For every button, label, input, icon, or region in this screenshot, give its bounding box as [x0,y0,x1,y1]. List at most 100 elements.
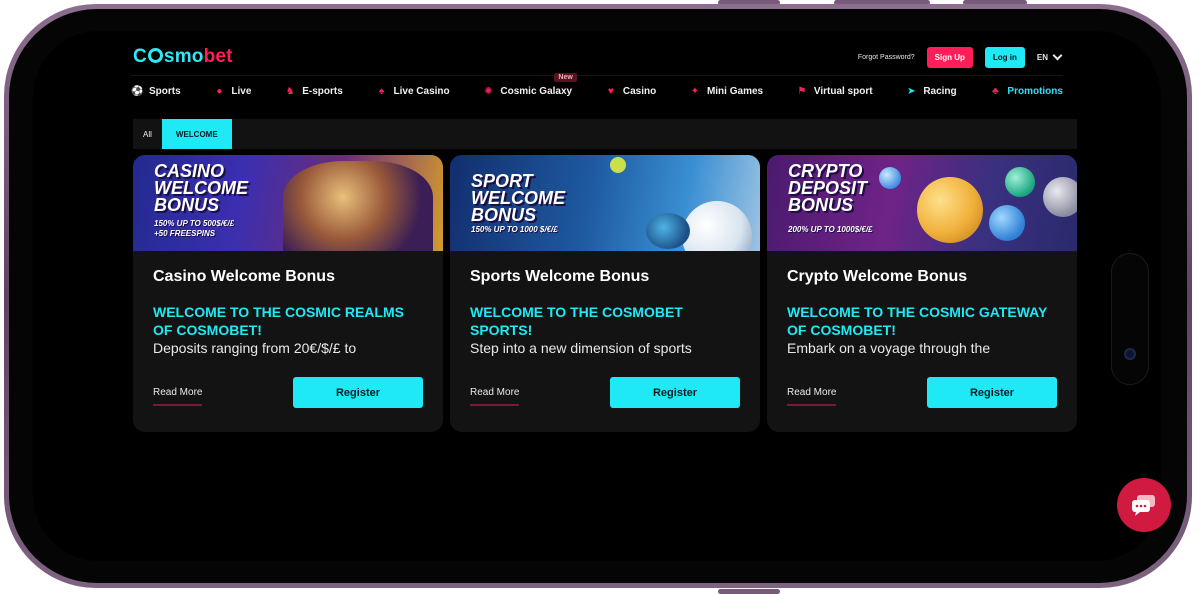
nav-label: Mini Games [706,86,764,97]
banner-subtitle: 200% UP TO 1000$/€/£ [788,225,873,235]
cosmobet-logo[interactable]: Csmobet [133,46,233,68]
screen: Csmobet Forgot Password? Sign Up Log in … [33,31,1161,561]
nav-item-mini-games[interactable]: ✦ Mini Games [689,86,763,98]
nav-item-casino[interactable]: ♥ Casino [605,86,656,98]
nav-label: Casino [622,86,657,97]
phone-button-bottom [718,589,780,594]
flag-icon: ⚑ [797,85,807,97]
banner-title: CRYPTO DEPOSIT BONUS [788,161,868,215]
camera-lens-icon [1124,348,1136,360]
card-description: Deposits ranging from 20€/$/£ to [153,340,357,356]
camera-island [1111,253,1149,385]
minigames-icon: ✦ [690,85,700,97]
account-actions: Forgot Password? Sign Up Log in EN [858,46,1063,68]
banner-subtitle: 150% UP TO 500$/€/£ +50 FREESPINS [154,219,234,239]
promo-cards: CASINO WELCOME BONUS 150% UP TO 500$/€/£… [133,155,1077,432]
card-kicker: WELCOME TO THE COSMIC GATEWAY OF COSMOBE… [787,304,1048,338]
banner-subtitle-line-1: 150% UP TO 500$/€/£ [154,219,235,228]
register-button[interactable]: Register [927,377,1057,408]
card-actions: Read More Register [153,377,423,408]
nav-label: E-sports [302,86,343,97]
helmet-artwork [646,213,690,249]
card-body: Crypto Welcome Bonus WELCOME TO THE COSM… [767,251,1077,357]
card-kicker: WELCOME TO THE COSMIC REALMS OF COSMOBET… [153,304,404,338]
filter-all[interactable]: All [133,119,162,149]
soccer-ball-artwork [682,201,752,251]
soccer-ball-icon: ⚽ [131,85,144,97]
banner-title: SPORT WELCOME BONUS [471,171,565,225]
crypto-banner: CRYPTO DEPOSIT BONUS 200% UP TO 1000$/€/… [767,155,1077,251]
banner-subtitle-line-1: 150% UP TO 1000 $/€/£ [471,225,558,234]
card-actions: Read More Register [470,377,740,408]
tether-coin-icon [1005,167,1035,197]
nav-item-racing[interactable]: ➤ Racing [905,85,957,98]
read-more-link[interactable]: Read More [153,387,203,406]
promo-card-crypto: CRYPTO DEPOSIT BONUS 200% UP TO 1000$/€/… [767,155,1077,432]
ethereum-coin-icon [1043,177,1077,217]
phone-bezel: Csmobet Forgot Password? Sign Up Log in … [9,9,1187,583]
nav-label: Live Casino [393,86,450,97]
log-in-button[interactable]: Log in [984,46,1025,68]
banner-subtitle-line-1: 200% UP TO 1000$/€/£ [788,225,873,234]
card-body: Casino Welcome Bonus WELCOME TO THE COSM… [133,251,443,357]
nav-label: Promotions [1007,86,1063,97]
sign-up-button[interactable]: Sign Up [926,46,973,68]
casino-banner: CASINO WELCOME BONUS 150% UP TO 500$/€/£… [133,155,443,251]
live-dot-icon: ● [216,85,223,97]
chat-bubble-icon [1132,495,1155,516]
banner-subtitle-line-2: +50 FREESPINS [154,229,216,238]
banner-title: CASINO WELCOME BONUS [154,161,248,215]
nav-label: Cosmic Galaxy [500,86,573,97]
language-label: EN [1036,52,1048,62]
card-body: Sports Welcome Bonus WELCOME TO THE COSM… [450,251,760,357]
live-chat-button[interactable] [1117,478,1171,532]
gods-artwork [283,161,433,251]
nav-label: Sports [149,86,181,97]
nav-item-sports[interactable]: ⚽ Sports [131,86,181,98]
nav-item-live-casino[interactable]: ♠ Live Casino [376,86,450,98]
nav-item-live[interactable]: ● Live [213,86,251,98]
cards-icon: ♠ [378,85,385,97]
card-title: Casino Welcome Bonus [153,268,335,285]
card-description: Step into a new dimension of sports [470,340,692,356]
top-header: Csmobet Forgot Password? Sign Up Log in … [133,41,1063,73]
card-title: Crypto Welcome Bonus [787,268,968,285]
sport-banner: SPORT WELCOME BONUS 150% UP TO 1000 $/€/… [450,155,760,251]
nav-item-virtual-sport[interactable]: ⚑ Virtual sport [796,85,873,98]
esports-icon: ♞ [285,85,295,97]
nav-item-cosmic-galaxy[interactable]: ✺ Cosmic Galaxy New [482,72,577,98]
filter-welcome[interactable]: WELCOME [161,119,232,149]
logo-mid: smo [163,46,204,67]
register-button[interactable]: Register [610,377,740,408]
new-badge: New [554,72,577,82]
language-selector[interactable]: EN [1036,50,1063,62]
card-kicker: WELCOME TO THE COSMOBET SPORTS! [470,304,683,338]
racing-icon: ➤ [907,85,916,97]
register-button[interactable]: Register [293,377,423,408]
forgot-password-link[interactable]: Forgot Password? [858,54,915,61]
banner-subtitle: 150% UP TO 1000 $/€/£ [471,225,558,235]
promo-card-sports: SPORT WELCOME BONUS 150% UP TO 1000 $/€/… [450,155,760,432]
nav-label: Racing [923,86,957,97]
promo-filter-bar: All WELCOME [133,119,1077,149]
litecoin-coin-icon [989,205,1025,241]
main-nav: ⚽ Sports ● Live ♞ E-sports ♠ Live Casino [131,72,1063,107]
logo-planet-icon [147,48,163,63]
read-more-link[interactable]: Read More [470,387,520,406]
galaxy-icon: ✺ [484,85,493,97]
phone-frame: Csmobet Forgot Password? Sign Up Log in … [4,4,1192,588]
cherry-icon: ♥ [607,85,614,97]
card-title: Sports Welcome Bonus [470,268,650,285]
logo-bet: bet [203,46,233,67]
nav-item-promotions[interactable]: ♣ Promotions [989,86,1063,98]
nav-label: Virtual sport [813,86,873,97]
device-mockup: Csmobet Forgot Password? Sign Up Log in … [0,0,1200,594]
card-description: Embark on a voyage through the [787,340,991,356]
nav-item-esports[interactable]: ♞ E-sports [284,86,343,98]
promo-card-casino: CASINO WELCOME BONUS 150% UP TO 500$/€/£… [133,155,443,432]
card-actions: Read More Register [787,377,1057,408]
logo-letter-c: C [133,46,147,67]
gift-icon: ♣ [992,85,999,97]
tennis-ball-artwork [610,157,626,173]
read-more-link[interactable]: Read More [787,387,837,406]
